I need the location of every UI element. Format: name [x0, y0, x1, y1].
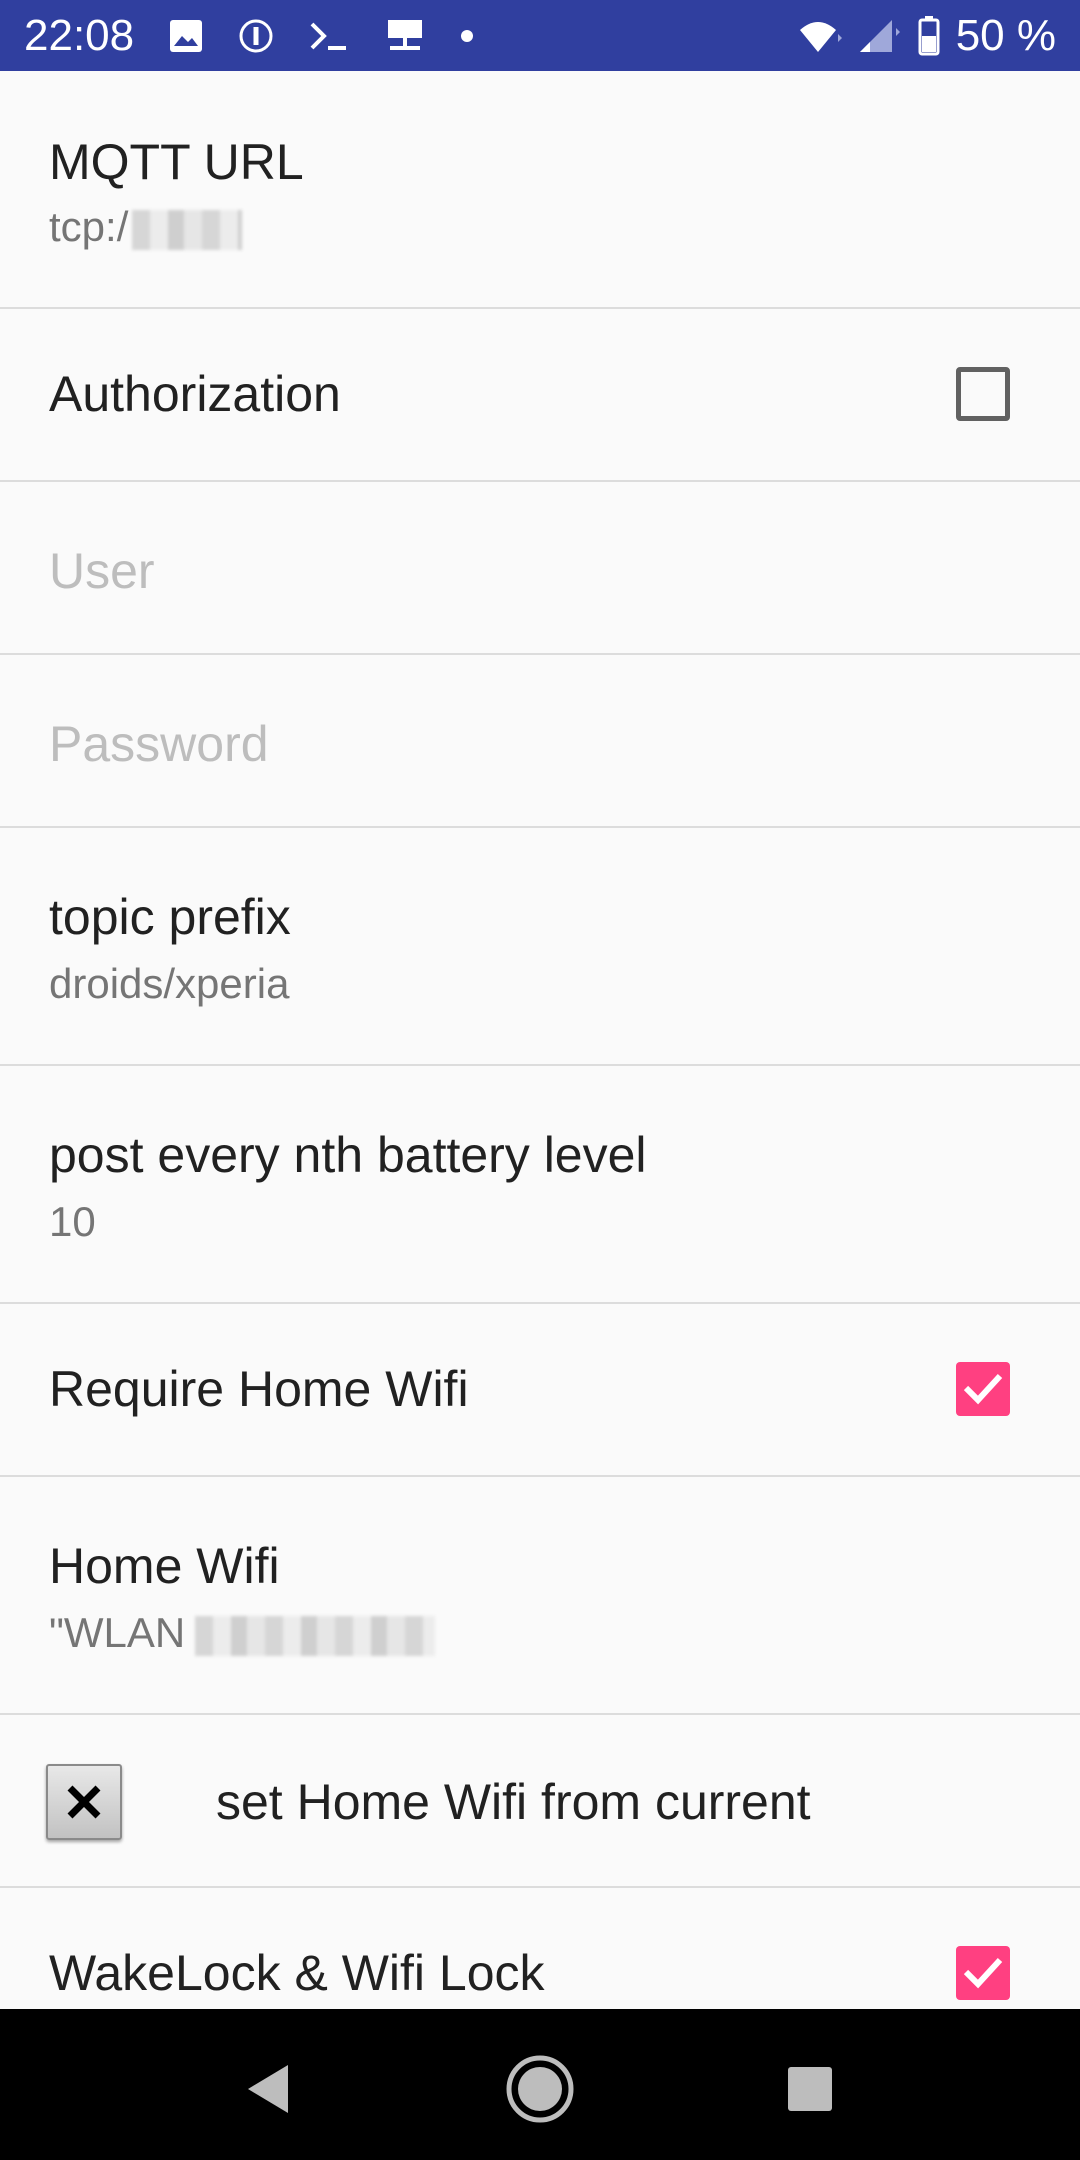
pref-require-home-wifi[interactable]: Require Home Wifi [0, 1304, 1080, 1477]
pref-wakelock-title: WakeLock & Wifi Lock [49, 1945, 545, 2001]
pref-password[interactable]: Password [0, 655, 1080, 828]
info-circle-icon [238, 18, 274, 54]
status-time: 22:08 [24, 10, 135, 60]
pref-mqtt-url-title: MQTT URL [49, 134, 304, 190]
pref-user-title: User [49, 543, 155, 599]
pref-topic-prefix[interactable]: topic prefix droids/xperia [0, 828, 1080, 1066]
status-bar: 22:08 50 % [0, 0, 1080, 71]
battery-percent: 50 % [955, 10, 1056, 60]
battery-icon [918, 15, 940, 56]
pref-topic-prefix-summary: droids/xperia [49, 960, 290, 1007]
pref-home-wifi-title: Home Wifi [49, 1538, 280, 1594]
navigation-bar [0, 2009, 1080, 2160]
pref-require-home-wifi-title: Require Home Wifi [49, 1361, 469, 1417]
wifi-icon [798, 18, 842, 54]
check-icon [963, 1957, 1003, 1989]
image-icon [168, 18, 204, 54]
pref-topic-prefix-title: topic prefix [49, 889, 291, 945]
pref-mqtt-url-summary: tcp:/ [49, 203, 243, 251]
redacted-blur [132, 209, 243, 250]
check-icon [963, 1373, 1003, 1405]
redacted-blur [195, 1615, 436, 1656]
notification-icons [168, 18, 474, 54]
network-icon [384, 18, 426, 54]
back-icon[interactable] [228, 2049, 308, 2129]
pref-home-wifi[interactable]: Home Wifi "WLAN [0, 1477, 1080, 1715]
wakelock-checkbox[interactable] [956, 1946, 1010, 2000]
terminal-icon [308, 18, 350, 54]
settings-list[interactable]: MQTT URL tcp:/ Authorization User Passwo… [0, 71, 1080, 2009]
pref-wakelock[interactable]: WakeLock & Wifi Lock [0, 1888, 1080, 2009]
cell-signal-icon [858, 18, 902, 54]
pref-home-wifi-summary: "WLAN [49, 1609, 436, 1657]
pref-battery-level-summary: 10 [49, 1198, 96, 1245]
require-home-wifi-checkbox[interactable] [956, 1362, 1010, 1416]
pref-authorization[interactable]: Authorization [0, 309, 1080, 482]
pref-set-home-wifi[interactable]: set Home Wifi from current [0, 1715, 1080, 1888]
set-home-wifi-button[interactable] [46, 1764, 122, 1840]
pref-authorization-title: Authorization [49, 366, 341, 422]
close-x-icon [67, 1785, 101, 1819]
set-home-wifi-label: set Home Wifi from current [216, 1774, 811, 1830]
recents-icon[interactable] [770, 2049, 850, 2129]
pref-user[interactable]: User [0, 482, 1080, 655]
system-icons: 50 % [798, 11, 1056, 61]
dot-icon [460, 29, 474, 43]
pref-battery-level[interactable]: post every nth battery level 10 [0, 1066, 1080, 1304]
authorization-checkbox[interactable] [956, 367, 1010, 421]
pref-password-title: Password [49, 716, 269, 772]
pref-mqtt-url[interactable]: MQTT URL tcp:/ [0, 71, 1080, 309]
home-icon[interactable] [500, 2049, 580, 2129]
pref-battery-level-title: post every nth battery level [49, 1127, 647, 1183]
